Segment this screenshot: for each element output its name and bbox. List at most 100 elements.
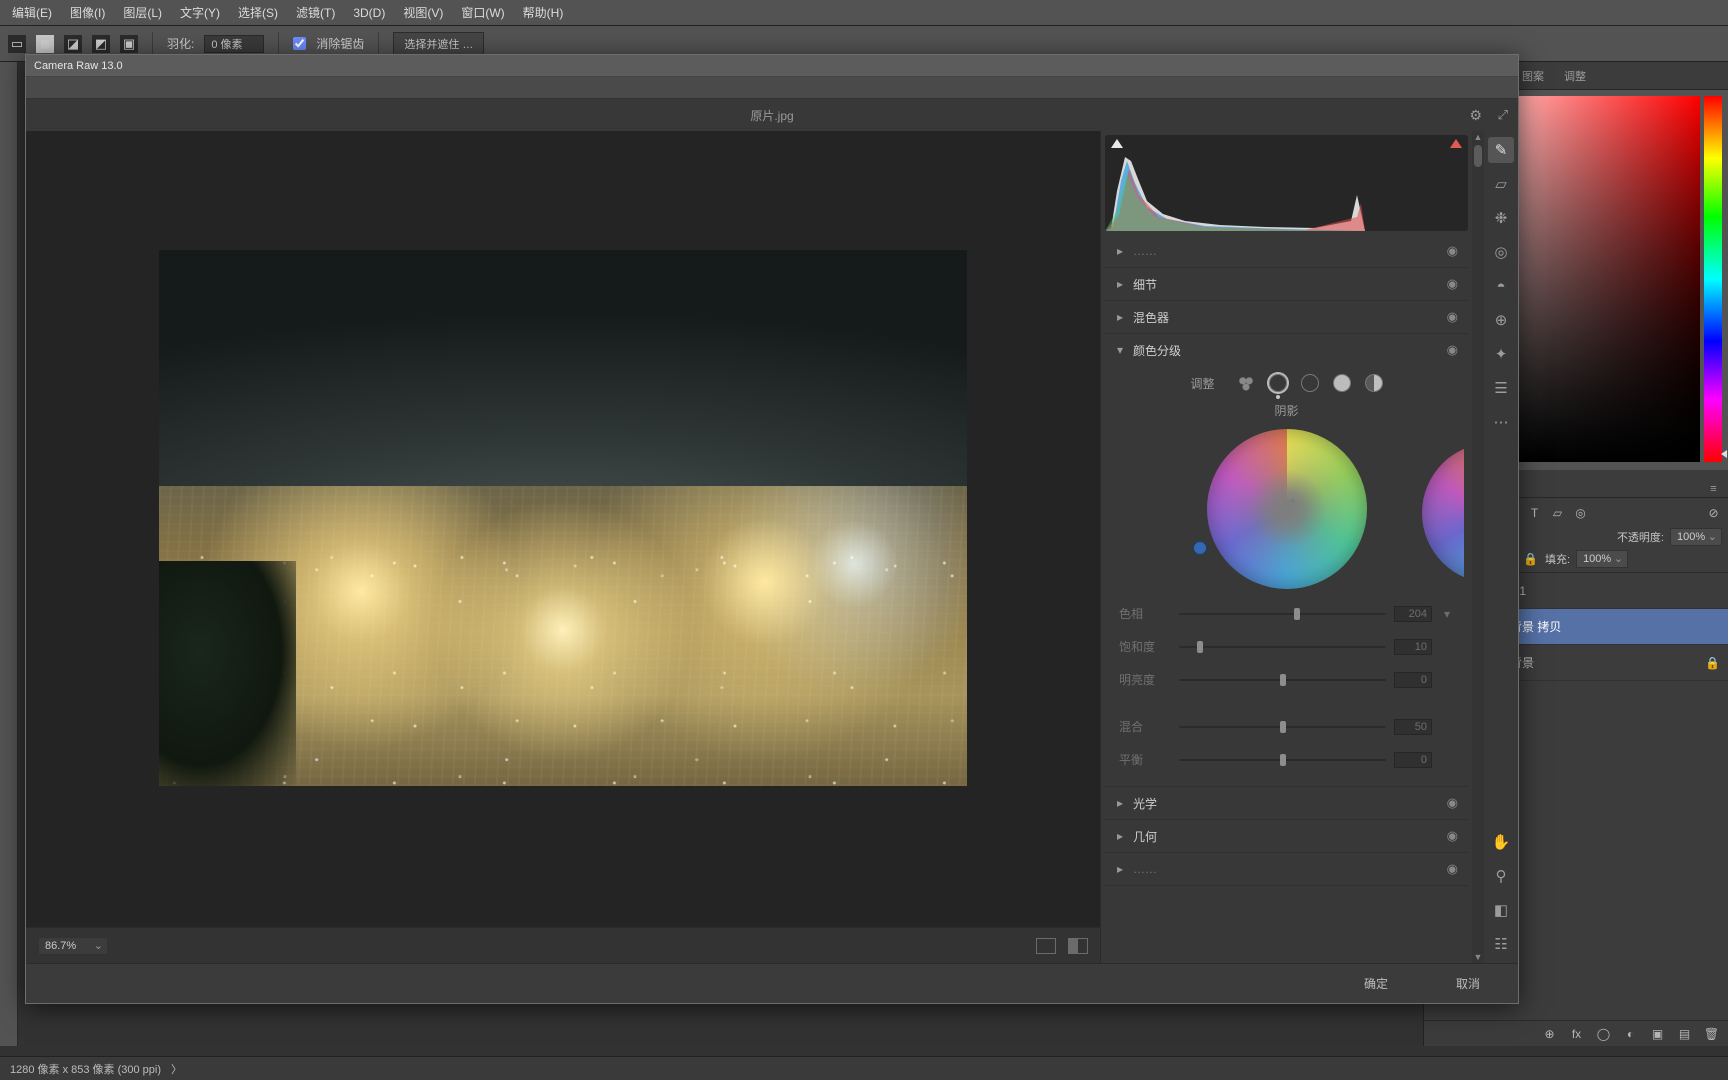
gear-icon[interactable]: ⚙: [1469, 107, 1482, 124]
fullscreen-icon[interactable]: ⤢: [1498, 107, 1508, 123]
menu-view[interactable]: 视图(V): [395, 0, 451, 25]
antialias-checkbox[interactable]: [293, 37, 306, 50]
slider-track[interactable]: [1179, 726, 1386, 728]
cancel-button[interactable]: 取消: [1442, 969, 1494, 998]
panel-color-grading-header[interactable]: ▾ 颜色分级 ◉: [1105, 334, 1468, 366]
histogram[interactable]: [1105, 135, 1468, 231]
slider-track[interactable]: [1179, 613, 1386, 615]
preset-icon[interactable]: ☰: [1488, 375, 1514, 401]
slider-balance: 平衡0: [1119, 751, 1454, 768]
scroll-up-icon[interactable]: ▲: [1472, 131, 1484, 143]
mode-three-way-icon[interactable]: [1237, 374, 1255, 392]
group-icon[interactable]: ▣: [1649, 1026, 1666, 1042]
eye-icon[interactable]: ◉: [1447, 342, 1458, 358]
confirm-button[interactable]: 确定: [1350, 969, 1402, 998]
edit-icon[interactable]: ✎: [1488, 137, 1514, 163]
menu-text[interactable]: 文字(Y): [172, 0, 228, 25]
slider-track[interactable]: [1179, 679, 1386, 681]
wheel-value-dot[interactable]: [1290, 499, 1295, 504]
shadows-color-wheel[interactable]: [1207, 429, 1367, 589]
filter-shape-icon[interactable]: ▱: [1549, 505, 1566, 521]
panel-geometry[interactable]: ▸几何◉: [1105, 820, 1468, 853]
link-layers-icon[interactable]: ⊕: [1541, 1026, 1558, 1042]
menu-select[interactable]: 选择(S): [230, 0, 286, 25]
hand-icon[interactable]: ✋: [1488, 829, 1514, 855]
panel-mixer[interactable]: ▸混色器◉: [1105, 301, 1468, 334]
filter-smart-icon[interactable]: ◎: [1572, 505, 1589, 521]
hue-slider[interactable]: [1704, 96, 1722, 462]
scroll-down-icon[interactable]: ▼: [1472, 951, 1484, 963]
opacity-input[interactable]: 100%: [1670, 528, 1722, 546]
menu-3d[interactable]: 3D(D): [345, 2, 393, 24]
selmode-int-icon[interactable]: ▣: [120, 35, 138, 53]
mode-midtones-icon[interactable]: [1301, 374, 1319, 392]
chevron-down-icon[interactable]: ▾: [1440, 607, 1454, 621]
selmode-new-icon[interactable]: ◼: [36, 35, 54, 53]
filter-toggle-icon[interactable]: ⊘: [1705, 505, 1722, 521]
menu-image[interactable]: 图像(I): [62, 0, 113, 25]
zoom-selector[interactable]: 86.7%: [38, 937, 108, 955]
view-before-after-icon[interactable]: [1068, 938, 1088, 954]
highlight-clip-icon[interactable]: [1450, 139, 1462, 148]
menu-filter[interactable]: 滤镜(T): [288, 0, 343, 25]
lock-all-icon[interactable]: 🔒: [1522, 551, 1539, 567]
view-single-icon[interactable]: [1036, 938, 1056, 954]
slider-thumb[interactable]: [1197, 641, 1203, 653]
filter-type-icon[interactable]: T: [1526, 505, 1543, 521]
shadow-clip-icon[interactable]: [1111, 139, 1123, 148]
menu-edit[interactable]: 编辑(E): [4, 0, 60, 25]
mode-shadows-icon[interactable]: [1269, 374, 1287, 392]
select-and-mask-button[interactable]: 选择并遮住 …: [393, 32, 484, 56]
redeye-icon[interactable]: ⊕: [1488, 307, 1514, 333]
slider-track[interactable]: [1179, 759, 1386, 761]
slider-track[interactable]: [1179, 646, 1386, 648]
panel-truncated-bottom[interactable]: ▸……◉: [1105, 853, 1468, 886]
crop-icon[interactable]: ▱: [1488, 171, 1514, 197]
fx-icon[interactable]: fx: [1568, 1026, 1585, 1042]
tab-adjust[interactable]: 调整: [1556, 63, 1594, 89]
more-icon[interactable]: ⋯: [1488, 409, 1514, 435]
eye-sampler-icon[interactable]: ◎: [1488, 239, 1514, 265]
status-caret[interactable]: 〉: [171, 1061, 182, 1077]
mask-icon[interactable]: ◯: [1595, 1026, 1612, 1042]
tab-patterns[interactable]: 图案: [1514, 63, 1552, 89]
acr-scrollbar[interactable]: ▲ ▼: [1472, 131, 1484, 963]
fill-input[interactable]: 100%: [1576, 550, 1628, 568]
selmode-sub-icon[interactable]: ◩: [92, 35, 110, 53]
selmode-add-icon[interactable]: ◪: [64, 35, 82, 53]
slider-thumb[interactable]: [1280, 721, 1286, 733]
luminance-handle[interactable]: [1193, 541, 1207, 555]
slider-value[interactable]: 50: [1394, 719, 1432, 735]
new-layer-icon[interactable]: ▤: [1676, 1026, 1693, 1042]
slider-value[interactable]: 0: [1394, 752, 1432, 768]
slider-value[interactable]: 10: [1394, 639, 1432, 655]
marquee-tool-icon[interactable]: ▭: [8, 35, 26, 53]
panel-detail[interactable]: ▸细节◉: [1105, 268, 1468, 301]
slider-thumb[interactable]: [1280, 754, 1286, 766]
slider-value[interactable]: 204: [1394, 606, 1432, 622]
feather-input[interactable]: [204, 35, 264, 53]
mode-highlights-icon[interactable]: [1333, 374, 1351, 392]
camera-raw-dialog: Camera Raw 13.0 原片.jpg ⚙ ⤢ 86.7%: [25, 54, 1519, 1004]
menu-window[interactable]: 窗口(W): [453, 0, 512, 25]
mask-icon[interactable]: ◓: [1488, 273, 1514, 299]
snapshot-icon[interactable]: ✦: [1488, 341, 1514, 367]
toggle-icon[interactable]: ◧: [1488, 897, 1514, 923]
options-icon[interactable]: ☷: [1488, 931, 1514, 957]
slider-thumb[interactable]: [1280, 674, 1286, 686]
slider-thumb[interactable]: [1294, 608, 1300, 620]
panel-optics[interactable]: ▸光学◉: [1105, 787, 1468, 820]
acr-titlebar[interactable]: Camera Raw 13.0: [26, 55, 1518, 77]
acr-preview-canvas[interactable]: 86.7%: [26, 131, 1100, 963]
mode-global-icon[interactable]: [1365, 374, 1383, 392]
panel-truncated-top[interactable]: ▸……◉: [1105, 235, 1468, 268]
adjustment-icon[interactable]: ◐: [1622, 1026, 1639, 1042]
panel-menu-icon[interactable]: ≡: [1705, 481, 1722, 497]
slider-value[interactable]: 0: [1394, 672, 1432, 688]
menu-help[interactable]: 帮助(H): [515, 0, 572, 25]
trash-icon[interactable]: 🗑: [1703, 1026, 1720, 1042]
zoom-icon[interactable]: ⚲: [1488, 863, 1514, 889]
menu-layer[interactable]: 图层(L): [115, 0, 170, 25]
spot-heal-icon[interactable]: ❉: [1488, 205, 1514, 231]
scroll-thumb[interactable]: [1474, 145, 1482, 167]
